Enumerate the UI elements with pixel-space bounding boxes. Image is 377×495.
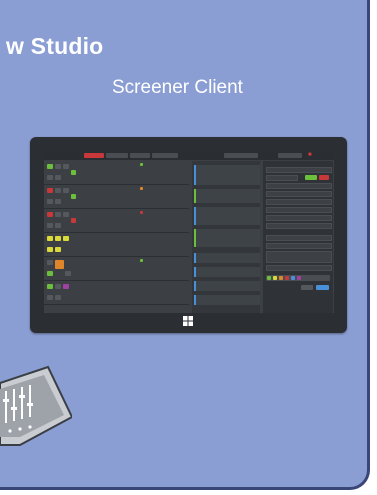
status-dot: [71, 194, 76, 199]
notes-field[interactable]: [266, 251, 332, 263]
tablet-device: ■: [30, 137, 347, 333]
form-field[interactable]: [266, 223, 332, 229]
line-key[interactable]: [55, 236, 61, 241]
status-dot: [71, 170, 76, 175]
line-key[interactable]: [55, 188, 61, 193]
feed-card[interactable]: [194, 295, 260, 305]
color-swatch[interactable]: [285, 276, 289, 280]
line-key[interactable]: [65, 271, 71, 276]
form-field[interactable]: [266, 167, 332, 173]
tab-active[interactable]: [84, 153, 104, 158]
windows-logo-icon: [183, 316, 193, 326]
line-row[interactable]: [44, 209, 189, 233]
line-key[interactable]: [63, 284, 69, 289]
color-swatch[interactable]: [291, 276, 295, 280]
line-key[interactable]: [47, 236, 53, 241]
line-key[interactable]: [47, 271, 53, 276]
line-key[interactable]: [47, 175, 53, 180]
line-key[interactable]: [63, 212, 69, 217]
line-key[interactable]: [47, 199, 53, 204]
tab-5[interactable]: [224, 153, 258, 158]
screener-client-subtitle: Screener Client: [112, 77, 243, 98]
tab-4[interactable]: [152, 153, 178, 158]
info-dot: [140, 211, 143, 214]
form-field[interactable]: [266, 191, 332, 197]
line-key[interactable]: [55, 212, 61, 217]
line-key[interactable]: [55, 247, 61, 252]
line-list: [44, 161, 189, 313]
form-field[interactable]: [266, 235, 332, 241]
form-field[interactable]: [266, 243, 332, 249]
tab-2[interactable]: [106, 153, 128, 158]
feed-card[interactable]: [194, 207, 260, 225]
form-button[interactable]: [301, 285, 313, 290]
feed-card[interactable]: [194, 253, 260, 263]
line-key[interactable]: [47, 284, 53, 289]
feed-card[interactable]: [194, 165, 260, 185]
status-toggle[interactable]: [319, 175, 329, 180]
form-field[interactable]: [266, 215, 332, 221]
line-key[interactable]: [63, 188, 69, 193]
info-dot: [140, 259, 143, 262]
form-field[interactable]: [266, 207, 332, 213]
form-field[interactable]: [266, 199, 332, 205]
line-key[interactable]: [47, 247, 53, 252]
line-key[interactable]: [63, 236, 69, 241]
tablet-screen: ■: [44, 151, 334, 313]
line-key[interactable]: [63, 164, 69, 169]
form-field[interactable]: [266, 183, 332, 189]
hero-panel: w Studio Screener Client ■: [0, 0, 370, 490]
info-dot: [140, 163, 143, 166]
color-swatch[interactable]: [267, 276, 271, 280]
brand-logo: ■: [308, 152, 312, 158]
status-toggle[interactable]: [305, 175, 317, 180]
form-button[interactable]: [316, 285, 329, 290]
line-row[interactable]: [44, 233, 189, 257]
line-key[interactable]: [55, 175, 61, 180]
line-key[interactable]: [55, 295, 61, 300]
line-row[interactable]: [44, 185, 189, 209]
line-key[interactable]: [47, 260, 53, 265]
line-key[interactable]: [47, 295, 53, 300]
line-key[interactable]: [47, 164, 53, 169]
mixing-console-icon: [0, 365, 72, 446]
line-key[interactable]: [47, 188, 53, 193]
app-top-bar: ■: [44, 151, 334, 160]
line-row[interactable]: [44, 281, 189, 305]
line-key[interactable]: [55, 284, 61, 289]
form-field[interactable]: [266, 265, 332, 271]
line-key[interactable]: [55, 199, 61, 204]
tab-3[interactable]: [130, 153, 150, 158]
line-row[interactable]: [44, 161, 189, 185]
feed-card[interactable]: [194, 267, 260, 277]
color-swatch[interactable]: [273, 276, 277, 280]
feed-card[interactable]: [194, 189, 260, 203]
feed-card[interactable]: [194, 281, 260, 291]
color-swatch[interactable]: [279, 276, 283, 280]
studio-title: w Studio: [6, 33, 104, 59]
tab-6[interactable]: [278, 153, 302, 158]
color-swatch[interactable]: [297, 276, 301, 280]
caller-form: [263, 161, 333, 313]
info-dot: [140, 187, 143, 190]
line-key[interactable]: [55, 260, 64, 269]
feed-card[interactable]: [194, 229, 260, 247]
line-key[interactable]: [55, 223, 61, 228]
line-key[interactable]: [47, 223, 53, 228]
status-dot: [71, 218, 76, 223]
feed-panel: [192, 161, 260, 313]
form-field[interactable]: [266, 175, 298, 181]
line-key[interactable]: [55, 164, 61, 169]
line-key[interactable]: [47, 212, 53, 217]
line-row[interactable]: [44, 257, 189, 281]
